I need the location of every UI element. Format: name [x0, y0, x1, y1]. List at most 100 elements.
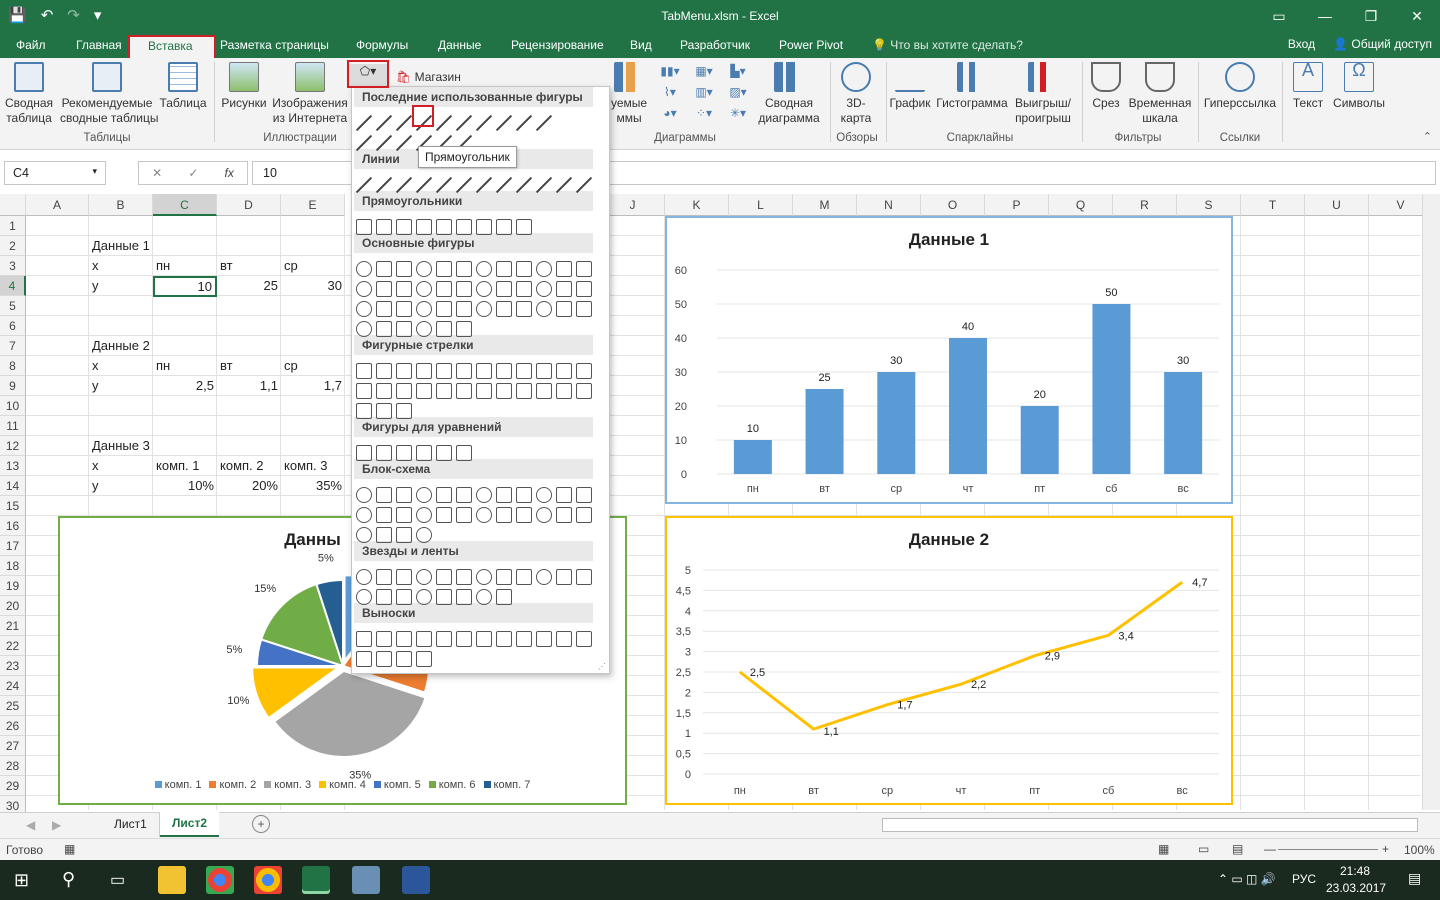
- shape-flow-icon[interactable]: [356, 487, 372, 503]
- bar[interactable]: [733, 440, 772, 474]
- select-all-corner[interactable]: [0, 194, 26, 216]
- shape-star-icon[interactable]: [416, 589, 432, 605]
- tab-developer[interactable]: Разработчик: [674, 36, 756, 58]
- shape-arrow-icon[interactable]: [476, 363, 492, 379]
- shape-arrow-icon[interactable]: [496, 363, 512, 379]
- text-button[interactable]: A Текст: [1288, 61, 1328, 111]
- column-header-q[interactable]: Q: [1049, 194, 1113, 216]
- shape-shape-icon[interactable]: [576, 281, 592, 297]
- word-taskbar-icon[interactable]: [402, 866, 430, 894]
- tab-page-layout[interactable]: Разметка страницы: [214, 36, 335, 58]
- shape-call-icon[interactable]: [376, 631, 392, 647]
- shape-shape-icon[interactable]: [396, 321, 412, 337]
- shape-line-icon[interactable]: [476, 177, 492, 193]
- shape-line-icon[interactable]: [536, 115, 552, 131]
- shape-flow-icon[interactable]: [356, 507, 372, 523]
- tab-data[interactable]: Данные: [432, 36, 487, 58]
- row-header-6[interactable]: 6: [0, 316, 26, 336]
- column-header-o[interactable]: O: [921, 194, 985, 216]
- excel-taskbar-icon[interactable]: [302, 866, 330, 894]
- pie-chart-icon[interactable]: ◕▾: [656, 106, 684, 121]
- row-header-20[interactable]: 20: [0, 596, 26, 616]
- cell-e9[interactable]: 1,7: [281, 376, 345, 396]
- shape-shape-icon[interactable]: [436, 261, 452, 277]
- store-button[interactable]: 🛍 Магазин: [396, 70, 466, 85]
- vertical-scrollbar[interactable]: [1422, 194, 1440, 810]
- search-icon[interactable]: ⚲: [62, 869, 75, 890]
- row-header-29[interactable]: 29: [0, 776, 26, 796]
- notifications-icon[interactable]: ▤: [1408, 870, 1421, 887]
- row-header-25[interactable]: 25: [0, 696, 26, 716]
- pivot-chart-button[interactable]: Сводная диаграмма: [756, 62, 822, 126]
- column-header-m[interactable]: M: [793, 194, 857, 216]
- shape-flow-icon[interactable]: [576, 507, 592, 523]
- shape-flow-icon[interactable]: [396, 527, 412, 543]
- shape-shape-icon[interactable]: [356, 301, 372, 317]
- cell-e3[interactable]: ср: [281, 256, 301, 276]
- shape-shape-icon[interactable]: [556, 281, 572, 297]
- shape-flow-icon[interactable]: [376, 507, 392, 523]
- shape-shape-icon[interactable]: [416, 261, 432, 277]
- cell-b12[interactable]: Данные 3: [89, 436, 153, 456]
- cell-d13[interactable]: комп. 2: [217, 456, 267, 476]
- shape-rect-icon[interactable]: [516, 219, 532, 235]
- shape-call-icon[interactable]: [456, 631, 472, 647]
- recommended-charts-button[interactable]: уемые ммы: [606, 62, 652, 126]
- shape-arrow-icon[interactable]: [556, 383, 572, 399]
- shape-eq-icon[interactable]: [356, 445, 372, 461]
- column-header-t[interactable]: T: [1241, 194, 1305, 216]
- column-header-j[interactable]: J: [601, 194, 665, 216]
- shape-flow-icon[interactable]: [496, 487, 512, 503]
- shape-line-icon[interactable]: [436, 115, 452, 131]
- row-header-28[interactable]: 28: [0, 756, 26, 776]
- shape-call-icon[interactable]: [436, 631, 452, 647]
- row-header-15[interactable]: 15: [0, 496, 26, 516]
- shape-shape-icon[interactable]: [476, 301, 492, 317]
- shape-flow-icon[interactable]: [396, 507, 412, 523]
- shape-arrow-icon[interactable]: [376, 363, 392, 379]
- shape-line-icon[interactable]: [536, 177, 552, 193]
- shape-flow-icon[interactable]: [576, 487, 592, 503]
- cell-b7[interactable]: Данные 2: [89, 336, 153, 356]
- column-header-d[interactable]: D: [217, 194, 281, 216]
- scroll-left-icon[interactable]: ◀: [26, 818, 35, 832]
- shape-arrow-icon[interactable]: [356, 383, 372, 399]
- shape-line-icon[interactable]: [376, 177, 392, 193]
- shape-arrow-icon[interactable]: [536, 363, 552, 379]
- shape-line-icon[interactable]: [356, 115, 372, 131]
- cell-b9[interactable]: y: [89, 376, 102, 396]
- resize-grip-icon[interactable]: ⋰: [598, 662, 606, 671]
- zoom-in-icon[interactable]: +: [1382, 842, 1389, 856]
- shape-eq-icon[interactable]: [396, 445, 412, 461]
- shape-star-icon[interactable]: [396, 569, 412, 585]
- shape-shape-icon[interactable]: [476, 261, 492, 277]
- shape-shape-icon[interactable]: [376, 301, 392, 317]
- collapse-ribbon-icon[interactable]: ⌃: [1423, 130, 1432, 143]
- file-explorer-icon[interactable]: [158, 866, 186, 894]
- shape-arrow-icon[interactable]: [356, 403, 372, 419]
- shape-flow-icon[interactable]: [376, 527, 392, 543]
- scroll-right-icon[interactable]: ▶: [52, 818, 61, 832]
- hyperlink-button[interactable]: Гиперссылка: [1202, 62, 1278, 111]
- shape-line-icon[interactable]: [396, 135, 412, 151]
- shape-flow-icon[interactable]: [416, 487, 432, 503]
- shape-shape-icon[interactable]: [436, 281, 452, 297]
- shape-arrow-icon[interactable]: [396, 403, 412, 419]
- shape-arrow-icon[interactable]: [436, 383, 452, 399]
- shape-arrow-icon[interactable]: [516, 383, 532, 399]
- shape-shape-icon[interactable]: [356, 281, 372, 297]
- cell-d9[interactable]: 1,1: [217, 376, 281, 396]
- shape-call-icon[interactable]: [556, 631, 572, 647]
- close-button[interactable]: ✕: [1394, 0, 1440, 32]
- recommended-pivot-button[interactable]: Рекомендуемые сводные таблицы: [60, 62, 158, 126]
- task-view-icon[interactable]: ▭: [110, 870, 125, 890]
- shape-shape-icon[interactable]: [436, 321, 452, 337]
- shape-shape-icon[interactable]: [516, 261, 532, 277]
- tab-view[interactable]: Вид: [624, 36, 658, 58]
- row-header-3[interactable]: 3: [0, 256, 26, 276]
- row-header-5[interactable]: 5: [0, 296, 26, 316]
- ribbon-display-options-button[interactable]: ▭: [1256, 0, 1302, 32]
- shape-shape-icon[interactable]: [436, 301, 452, 317]
- shape-shape-icon[interactable]: [376, 261, 392, 277]
- shape-line-icon[interactable]: [436, 177, 452, 193]
